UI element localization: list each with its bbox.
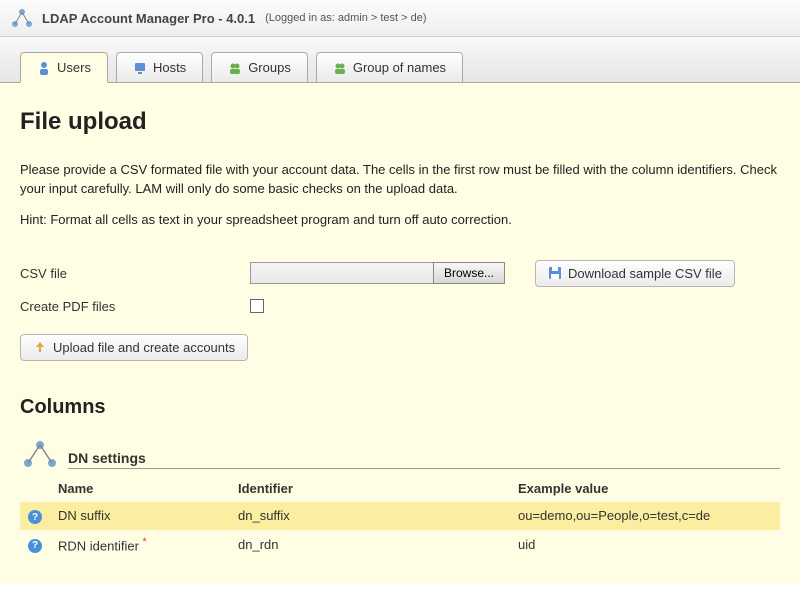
- pdf-label: Create PDF files: [20, 299, 250, 314]
- help-icon[interactable]: ?: [28, 539, 42, 553]
- upload-arrow-icon: [33, 340, 47, 354]
- table-row: ? DN suffix dn_suffix ou=demo,ou=People,…: [20, 502, 780, 531]
- browse-button[interactable]: Browse...: [433, 262, 505, 284]
- col-example: uid: [510, 530, 780, 559]
- table-row: ? RDN identifier * dn_rdn uid: [20, 530, 780, 559]
- download-sample-button[interactable]: Download sample CSV file: [535, 260, 735, 287]
- tab-group-of-names[interactable]: Group of names: [316, 52, 463, 82]
- th-example: Example value: [510, 475, 780, 502]
- col-name: RDN identifier *: [50, 530, 230, 559]
- description-1: Please provide a CSV formated file with …: [20, 161, 780, 199]
- create-pdf-checkbox[interactable]: [250, 299, 264, 313]
- tab-label: Groups: [248, 60, 291, 75]
- upload-label: Upload file and create accounts: [53, 340, 235, 355]
- required-mark: *: [143, 536, 147, 548]
- tab-hosts[interactable]: Hosts: [116, 52, 203, 82]
- th-identifier: Identifier: [230, 475, 510, 502]
- columns-header-row: Name Identifier Example value: [20, 475, 780, 502]
- dn-section-header: DN settings: [20, 439, 780, 469]
- save-icon: [548, 266, 562, 280]
- download-label: Download sample CSV file: [568, 266, 722, 281]
- tab-label: Users: [57, 60, 91, 75]
- help-icon[interactable]: ?: [28, 510, 42, 524]
- tab-users[interactable]: Users: [20, 52, 108, 83]
- app-logo-icon: [10, 6, 34, 30]
- content-area: File upload Please provide a CSV formate…: [0, 83, 800, 584]
- description-2: Hint: Format all cells as text in your s…: [20, 211, 780, 230]
- dn-section-title: DN settings: [68, 450, 780, 469]
- tab-label: Group of names: [353, 60, 446, 75]
- col-example: ou=demo,ou=People,o=test,c=de: [510, 502, 780, 531]
- page-title: File upload: [20, 108, 780, 136]
- user-icon: [37, 61, 51, 75]
- col-identifier: dn_suffix: [230, 502, 510, 531]
- columns-heading: Columns: [20, 396, 780, 419]
- header-bar: LDAP Account Manager Pro - 4.0.1 (Logged…: [0, 0, 800, 37]
- col-identifier: dn_rdn: [230, 530, 510, 559]
- host-icon: [133, 61, 147, 75]
- tabbar: Users Hosts Groups Group of names: [0, 37, 800, 83]
- columns-table: Name Identifier Example value ? DN suffi…: [20, 475, 780, 560]
- login-info: (Logged in as: admin > test > de): [265, 12, 426, 24]
- csv-file-row: CSV file Browse... Download sample CSV f…: [20, 260, 780, 287]
- pdf-row: Create PDF files: [20, 299, 780, 314]
- group-icon: [333, 61, 347, 75]
- tab-groups[interactable]: Groups: [211, 52, 308, 82]
- csv-file-label: CSV file: [20, 266, 250, 281]
- tree-icon: [20, 439, 60, 469]
- group-icon: [228, 61, 242, 75]
- app-title: LDAP Account Manager Pro - 4.0.1: [42, 11, 255, 26]
- file-input-display[interactable]: [250, 262, 434, 284]
- upload-button[interactable]: Upload file and create accounts: [20, 334, 248, 361]
- col-name: DN suffix: [50, 502, 230, 531]
- th-name: Name: [50, 475, 230, 502]
- tab-label: Hosts: [153, 60, 186, 75]
